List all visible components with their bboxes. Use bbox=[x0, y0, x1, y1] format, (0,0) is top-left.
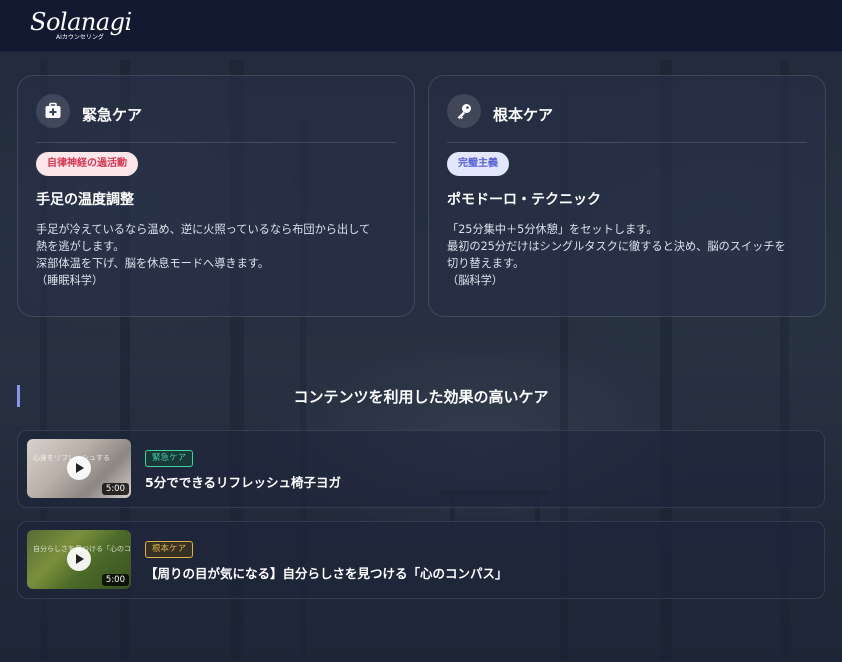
video-title[interactable]: 【周りの目が気になる】自分らしさを見つける「心のコンパス」 bbox=[145, 563, 508, 582]
care-card-root: 根本ケア 完璧主義 ポモドーロ・テクニック 「25分集中＋5分休憩」をセットしま… bbox=[428, 75, 826, 317]
video-duration: 5:00 bbox=[101, 483, 129, 495]
description-line: （脳科学） bbox=[447, 274, 503, 287]
description-line: 深部体温を下げ、脳を休息モードへ導きます。 bbox=[36, 257, 270, 270]
care-type-tag: 根本ケア bbox=[145, 541, 194, 558]
care-description: 手足が冷えているなら温め、逆に火照っているなら布団から出して 熱を逃がします。 … bbox=[36, 221, 400, 289]
care-description: 「25分集中＋5分休憩」をセットします。 最初の25分だけはシングルタスクに徹す… bbox=[447, 221, 811, 289]
logo[interactable]: Solanagi AIカウンセリング bbox=[28, 8, 132, 44]
section-title: コンテンツを利用した効果の高いケア bbox=[293, 388, 549, 406]
description-line: 最初の25分だけはシングルタスクに徹すると決め、脳のスイッチを bbox=[447, 240, 786, 253]
condition-badge: 自律神経の過活動 bbox=[36, 152, 138, 176]
video-thumbnail[interactable]: 心身をリフレッシュする 5:00 bbox=[27, 439, 131, 498]
video-item[interactable]: 自分らしさを見つける「心のコンパス」 5:00 根本ケア 【周りの目が気になる】… bbox=[17, 521, 825, 599]
key-icon bbox=[447, 94, 481, 128]
card-divider bbox=[36, 142, 396, 143]
description-line: 手足が冷えているなら温め、逆に火照っているなら布団から出して bbox=[36, 223, 371, 236]
card-title: 緊急ケア bbox=[82, 106, 143, 124]
logo-subtitle: AIカウンセリング bbox=[56, 34, 104, 41]
care-method-title: 手足の温度調整 bbox=[36, 192, 134, 208]
description-line: 熱を逃がします。 bbox=[36, 240, 125, 253]
top-header: Solanagi AIカウンセリング bbox=[0, 0, 842, 52]
care-card-emergency: 緊急ケア 自律神経の過活動 手足の温度調整 手足が冷えているなら温め、逆に火照っ… bbox=[17, 75, 415, 317]
card-title: 根本ケア bbox=[493, 106, 554, 124]
video-title[interactable]: 5分でできるリフレッシュ椅子ヨガ bbox=[145, 472, 341, 491]
card-divider bbox=[447, 142, 807, 143]
first-aid-kit-icon bbox=[36, 94, 70, 128]
video-item[interactable]: 心身をリフレッシュする 5:00 緊急ケア 5分でできるリフレッシュ椅子ヨガ bbox=[17, 430, 825, 508]
description-line: 切り替えます。 bbox=[447, 257, 525, 270]
play-icon[interactable] bbox=[67, 456, 91, 480]
description-line: 「25分集中＋5分休憩」をセットします。 bbox=[447, 223, 658, 236]
care-type-tag: 緊急ケア bbox=[145, 450, 194, 467]
description-line: （睡眠科学） bbox=[36, 274, 104, 287]
condition-badge: 完璧主義 bbox=[447, 152, 509, 176]
care-method-title: ポモドーロ・テクニック bbox=[447, 192, 601, 208]
play-icon[interactable] bbox=[67, 547, 91, 571]
video-duration: 5:00 bbox=[101, 574, 129, 586]
video-thumbnail[interactable]: 自分らしさを見つける「心のコンパス」 5:00 bbox=[27, 530, 131, 589]
